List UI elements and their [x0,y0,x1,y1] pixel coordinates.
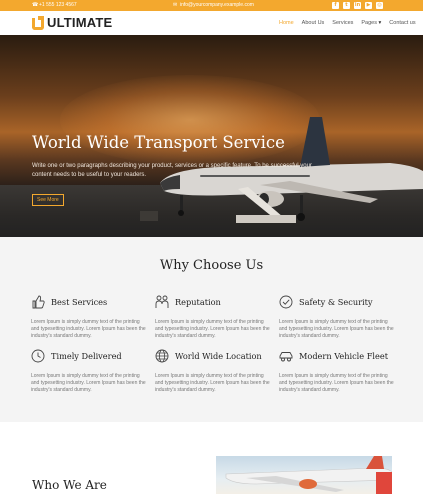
logo-icon [32,15,44,30]
brand-name: ULTIMATE [47,15,113,30]
section-title: Who We Are [32,478,107,492]
nav-about[interactable]: About Us [302,20,325,26]
hero-banner: World Wide Transport Service Write one o… [0,35,423,237]
feature-title: World Wide Location [175,351,262,361]
instagram-icon[interactable]: ◎ [376,2,383,9]
feature-text: Lorem Ipsum is simply dummy text of the … [155,319,270,339]
envelope-icon: ✉ [173,1,178,8]
nav-pages-label: Pages [361,20,377,26]
airplane-photo [216,456,392,494]
globe-icon [155,349,169,363]
email-contact[interactable]: ✉ info@yourcompany.example.com [173,2,254,8]
phone-contact[interactable]: ☎ +1 555 123 4567 [32,2,77,8]
twitter-icon[interactable]: t [343,2,350,9]
airplane-photo-illustration [225,456,392,494]
feature-text: Lorem Ipsum is simply dummy text of the … [279,319,394,339]
nav-home[interactable]: Home [279,20,294,26]
check-circle-icon [279,295,293,309]
feature-title: Reputation [175,297,221,307]
why-choose-us-section: Why Choose Us Best Services Lorem Ipsum … [0,237,423,422]
nav-pages[interactable]: Pages ▾ [361,20,381,26]
feature-title: Timely Delivered [51,351,122,361]
see-more-button[interactable]: See More [32,194,64,206]
youtube-icon[interactable]: ▶ [365,2,372,9]
hero-description: Write one or two paragraphs describing y… [32,163,312,178]
top-bar: ☎ +1 555 123 4567 ✉ info@yourcompany.exa… [0,0,423,11]
email-address: info@yourcompany.example.com [180,2,254,8]
nav-services[interactable]: Services [332,20,353,26]
car-icon [279,352,293,362]
phone-icon: ☎ [32,1,39,8]
chevron-down-icon: ▾ [378,20,382,26]
feature-title: Best Services [51,297,108,307]
feature-title: Safety & Security [299,297,373,307]
feature-text: Lorem Ipsum is simply dummy text of the … [279,373,394,393]
nav-menu: Home About Us Services Pages ▾ Contact u… [279,20,416,26]
social-links: f t in ▶ ◎ [332,2,383,9]
thumbs-up-icon [32,295,45,309]
facebook-icon[interactable]: f [332,2,339,9]
section-title: Why Choose Us [159,258,264,273]
hero-title: World Wide Transport Service [32,133,285,152]
feature-title: Modern Vehicle Fleet [299,351,389,361]
main-navbar: ULTIMATE Home About Us Services Pages ▾ … [0,11,423,35]
phone-number: +1 555 123 4567 [39,2,77,8]
brand-logo[interactable]: ULTIMATE [32,15,112,30]
feature-text: Lorem Ipsum is simply dummy text of the … [31,319,146,339]
feature-text: Lorem Ipsum is simply dummy text of the … [31,373,146,393]
feature-text: Lorem Ipsum is simply dummy text of the … [155,373,270,393]
linkedin-icon[interactable]: in [354,2,361,9]
handshake-icon [155,295,169,308]
who-we-are-section: Who We Are [0,422,423,494]
clock-icon [31,349,45,363]
nav-contact[interactable]: Contact us [389,20,415,26]
